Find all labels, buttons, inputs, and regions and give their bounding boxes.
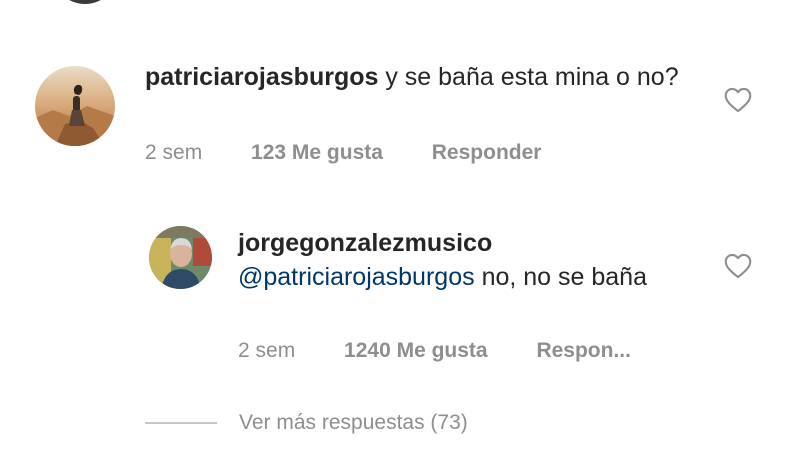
reply-meta: 2 sem 1240 Me gusta Respon... xyxy=(238,339,631,363)
view-more-replies-label[interactable]: Ver más respuestas (73) xyxy=(239,411,468,435)
reply-body: jorgegonzalezmusico @patriciarojasburgos… xyxy=(238,226,678,294)
view-more-divider xyxy=(145,422,217,424)
comment-timestamp: 2 sem xyxy=(145,141,203,164)
comment-avatar[interactable] xyxy=(35,66,115,146)
comment-username[interactable]: patriciarojasburgos xyxy=(145,63,378,91)
reply-text: no, no se baña xyxy=(481,263,647,291)
reply-likes-count[interactable]: 1240 Me gusta xyxy=(344,339,488,362)
comment-reply-button[interactable]: Responder xyxy=(432,141,542,164)
reply-reply-button[interactable]: Respon... xyxy=(536,339,631,362)
comment-likes-count[interactable]: 123 Me gusta xyxy=(251,141,383,164)
comment-meta: 2 sem 123 Me gusta Responder xyxy=(145,141,541,165)
reply-username[interactable]: jorgegonzalezmusico xyxy=(238,226,678,260)
view-more-replies[interactable]: Ver más respuestas (73) xyxy=(145,406,468,440)
reply-timestamp: 2 sem xyxy=(238,339,296,362)
reply-avatar[interactable] xyxy=(149,226,212,289)
comment-text: y se baña esta mina o no? xyxy=(385,63,679,91)
comment-body: patriciarojasburgos y se baña esta mina … xyxy=(145,60,685,94)
heart-outline-icon[interactable] xyxy=(724,87,752,113)
previous-comment-avatar[interactable] xyxy=(52,0,118,4)
heart-outline-icon[interactable] xyxy=(724,253,752,279)
reply-mention[interactable]: @patriciarojasburgos xyxy=(238,263,475,291)
